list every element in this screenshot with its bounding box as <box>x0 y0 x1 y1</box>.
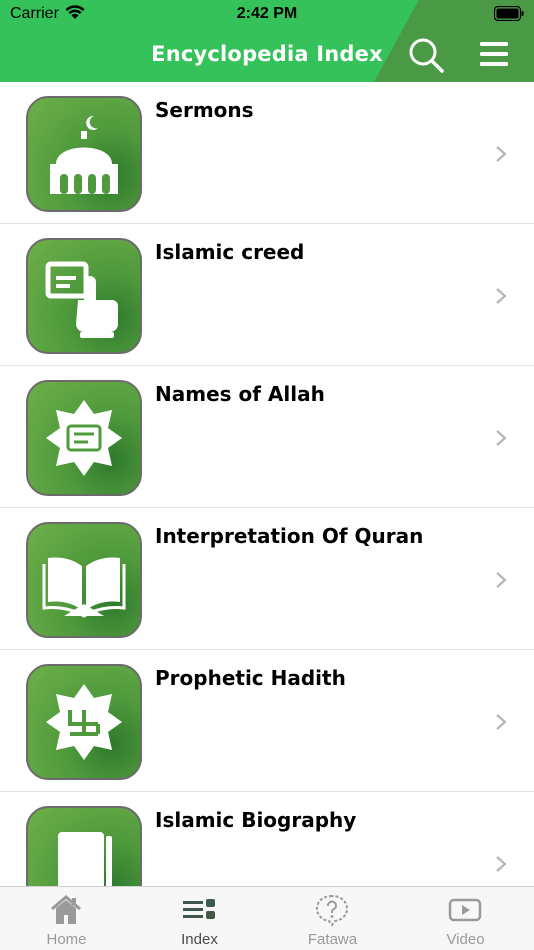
tab-bar: Home Index Fatawa Video <box>0 886 534 950</box>
hadith-emblem-icon <box>46 684 122 760</box>
open-quran-icon <box>42 557 126 618</box>
row-icon-tile <box>26 664 142 780</box>
tab-label: Index <box>181 931 218 948</box>
row-icon-tile <box>26 380 142 496</box>
tab-fatawa[interactable]: Fatawa <box>266 887 399 950</box>
list-item-islamic-biography[interactable]: Islamic Biography <box>0 792 534 886</box>
finger-point-icon <box>45 261 118 338</box>
list-item-interpretation-of-quran[interactable]: Interpretation Of Quran <box>0 508 534 650</box>
item-label: Names of Allah <box>155 382 325 406</box>
row-icon-tile <box>26 96 142 212</box>
chevron-right-icon <box>496 288 507 304</box>
tab-video[interactable]: Video <box>399 887 532 950</box>
tab-label: Video <box>446 931 485 948</box>
battery-icon <box>494 6 524 21</box>
chevron-right-icon <box>496 572 507 588</box>
question-bubble-icon <box>315 894 349 927</box>
list-item-sermons[interactable]: Sermons <box>0 82 534 224</box>
item-label: Sermons <box>155 98 254 122</box>
list-item-islamic-creed[interactable]: Islamic creed <box>0 224 534 366</box>
biography-book-icon <box>58 832 112 886</box>
list-item-names-of-allah[interactable]: Names of Allah <box>0 366 534 508</box>
encyclopedia-list[interactable]: Sermons Islamic creed Names of Allah Int… <box>0 82 534 886</box>
chevron-right-icon <box>496 430 507 446</box>
hamburger-menu-icon[interactable] <box>476 36 514 74</box>
chevron-right-icon <box>496 146 507 162</box>
search-icon[interactable] <box>407 36 445 74</box>
item-label: Prophetic Hadith <box>155 666 346 690</box>
item-label: Islamic creed <box>155 240 305 264</box>
chevron-right-icon <box>496 856 507 872</box>
chevron-right-icon <box>496 714 507 730</box>
tab-index[interactable]: Index <box>133 887 266 950</box>
tab-home[interactable]: Home <box>0 887 133 950</box>
row-icon-tile <box>26 522 142 638</box>
app-header: Carrier 2:42 PM Encyclopedia Index <box>0 0 534 82</box>
page-title: Encyclopedia Index <box>151 42 383 66</box>
allah-emblem-icon <box>46 400 122 476</box>
list-item-prophetic-hadith[interactable]: Prophetic Hadith <box>0 650 534 792</box>
home-icon <box>51 895 81 924</box>
item-label: Islamic Biography <box>155 808 357 832</box>
index-list-icon <box>183 899 215 919</box>
status-time: 2:42 PM <box>236 5 298 22</box>
row-icon-tile <box>26 806 142 886</box>
video-play-icon <box>448 898 482 922</box>
mosque-icon <box>50 115 118 194</box>
tab-label: Fatawa <box>307 931 358 948</box>
row-icon-tile <box>26 238 142 354</box>
tab-label: Home <box>46 931 87 948</box>
status-bar: Carrier 2:42 PM <box>0 0 534 28</box>
item-label: Interpretation Of Quran <box>155 524 424 548</box>
